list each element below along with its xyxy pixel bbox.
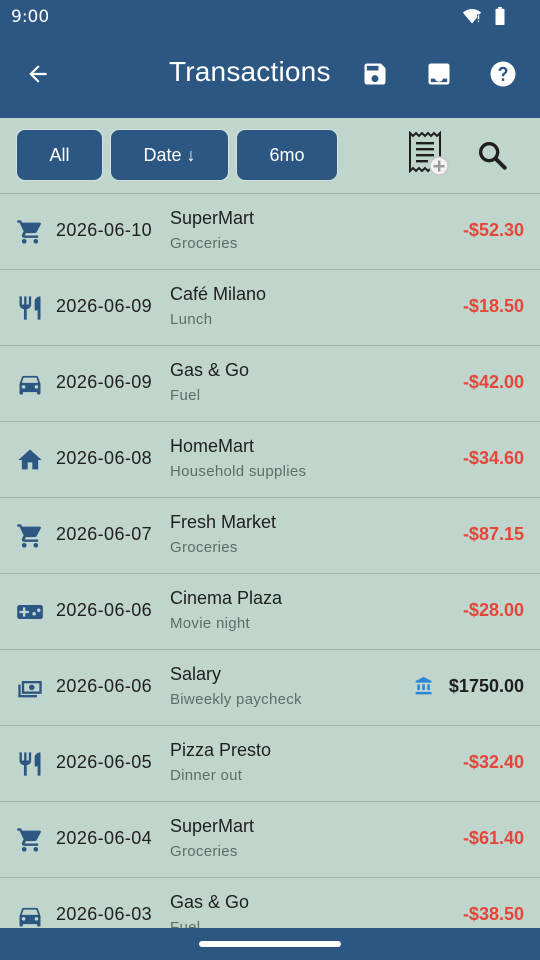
transaction-amount: $1750.00 (448, 676, 524, 696)
search-icon (478, 141, 507, 170)
transaction-amount: -$32.40 (462, 752, 524, 772)
transaction-payee: Gas & Go (170, 892, 250, 912)
transaction-payee: Café Milano (170, 284, 267, 304)
status-bar: 9:00 (0, 0, 540, 34)
filter-all-chip[interactable]: All (16, 129, 103, 181)
transaction-category: Household supplies (170, 463, 307, 480)
fork-knife-icon (16, 294, 44, 322)
filter-bar: All Date ↓ 6mo (0, 118, 540, 194)
cart-icon (16, 826, 44, 854)
transaction-amount: -$34.60 (462, 448, 524, 468)
transaction-amount: -$42.00 (462, 372, 524, 392)
car-icon (16, 902, 44, 928)
transaction-amount: -$28.00 (462, 600, 524, 620)
transaction-date: 2026-06-04 (56, 828, 153, 848)
transaction-category: Groceries (170, 539, 238, 556)
transaction-date: 2026-06-10 (56, 220, 153, 240)
save-icon (364, 63, 386, 85)
transaction-date: 2026-06-07 (56, 524, 153, 544)
download-box-icon (428, 63, 450, 85)
search-button[interactable] (470, 133, 514, 177)
app-bar: Transactions (0, 34, 540, 118)
transaction-date: 2026-06-06 (56, 600, 153, 620)
transaction-date: 2026-06-03 (56, 904, 153, 924)
transaction-payee: Fresh Market (170, 512, 277, 532)
transaction-category: Groceries (170, 235, 238, 252)
transaction-amount: -$61.40 (462, 828, 524, 848)
transaction-amount: -$38.50 (462, 904, 524, 924)
receipt-add-icon (409, 131, 449, 176)
import-button[interactable] (421, 56, 457, 92)
bank-icon (415, 676, 432, 695)
transaction-row[interactable]: 2026-06-10 SuperMart Groceries -$52.30 (0, 194, 540, 270)
money-icon (16, 674, 44, 702)
transaction-category: Biweekly paycheck (170, 691, 302, 708)
transaction-row[interactable]: 2026-06-07 Fresh Market Groceries -$87.1… (0, 498, 540, 574)
transaction-amount: -$18.50 (462, 296, 524, 316)
transaction-category: Groceries (170, 843, 238, 860)
transaction-date: 2026-06-05 (56, 752, 153, 772)
transaction-date: 2026-06-06 (56, 676, 153, 696)
transaction-payee: SuperMart (170, 816, 255, 836)
transaction-row[interactable]: 2026-06-04 SuperMart Groceries -$61.40 (0, 802, 540, 878)
transaction-category: Fuel (170, 919, 201, 928)
transaction-list: 2026-06-10 SuperMart Groceries -$52.30 2… (0, 194, 540, 928)
transaction-payee: SuperMart (170, 208, 255, 228)
add-receipt-button[interactable] (406, 131, 450, 176)
save-button[interactable] (357, 56, 393, 92)
transaction-row[interactable]: 2026-06-03 Gas & Go Fuel -$38.50 (0, 878, 540, 928)
system-nav-bar (0, 928, 540, 960)
transaction-category: Fuel (170, 387, 201, 404)
transaction-payee: Cinema Plaza (170, 588, 283, 608)
transaction-row[interactable]: 2026-06-06 Salary Biweekly paycheck $175… (0, 650, 540, 726)
transaction-payee: Salary (170, 664, 222, 684)
transaction-amount: -$87.15 (462, 524, 524, 544)
transaction-row[interactable]: 2026-06-09 Gas & Go Fuel -$42.00 (0, 346, 540, 422)
transaction-row[interactable]: 2026-06-09 Café Milano Lunch -$18.50 (0, 270, 540, 346)
transaction-date: 2026-06-08 (56, 448, 153, 468)
status-icons (462, 7, 506, 25)
cart-icon (16, 522, 44, 550)
transaction-row[interactable]: 2026-06-08 HomeMart Household supplies -… (0, 422, 540, 498)
transaction-payee: HomeMart (170, 436, 255, 456)
wifi-icon (462, 9, 482, 24)
transaction-category: Movie night (170, 615, 251, 632)
help-button[interactable] (485, 56, 521, 92)
home-gesture-handle[interactable] (199, 941, 341, 947)
gamepad-icon (16, 598, 44, 626)
transaction-category: Lunch (170, 311, 213, 328)
arrow-back-icon (29, 65, 47, 83)
range-6mo-chip[interactable]: 6mo (236, 129, 338, 181)
sort-date-chip[interactable]: Date ↓ (110, 129, 229, 181)
status-time: 9:00 (11, 7, 50, 27)
transaction-payee: Gas & Go (170, 360, 250, 380)
fork-knife-icon (16, 750, 44, 778)
back-button[interactable] (20, 56, 56, 92)
transaction-date: 2026-06-09 (56, 372, 153, 392)
battery-icon (495, 7, 505, 25)
transaction-row[interactable]: 2026-06-06 Cinema Plaza Movie night -$28… (0, 574, 540, 650)
transaction-row[interactable]: 2026-06-05 Pizza Presto Dinner out -$32.… (0, 726, 540, 802)
car-icon (16, 370, 44, 398)
page-title: Transactions (169, 56, 331, 87)
help-icon (490, 61, 516, 87)
transaction-amount: -$52.30 (462, 220, 524, 240)
transaction-date: 2026-06-09 (56, 296, 153, 316)
transaction-category: Dinner out (170, 767, 243, 784)
home-icon (16, 446, 44, 474)
cart-icon (16, 218, 44, 246)
transaction-payee: Pizza Presto (170, 740, 272, 760)
